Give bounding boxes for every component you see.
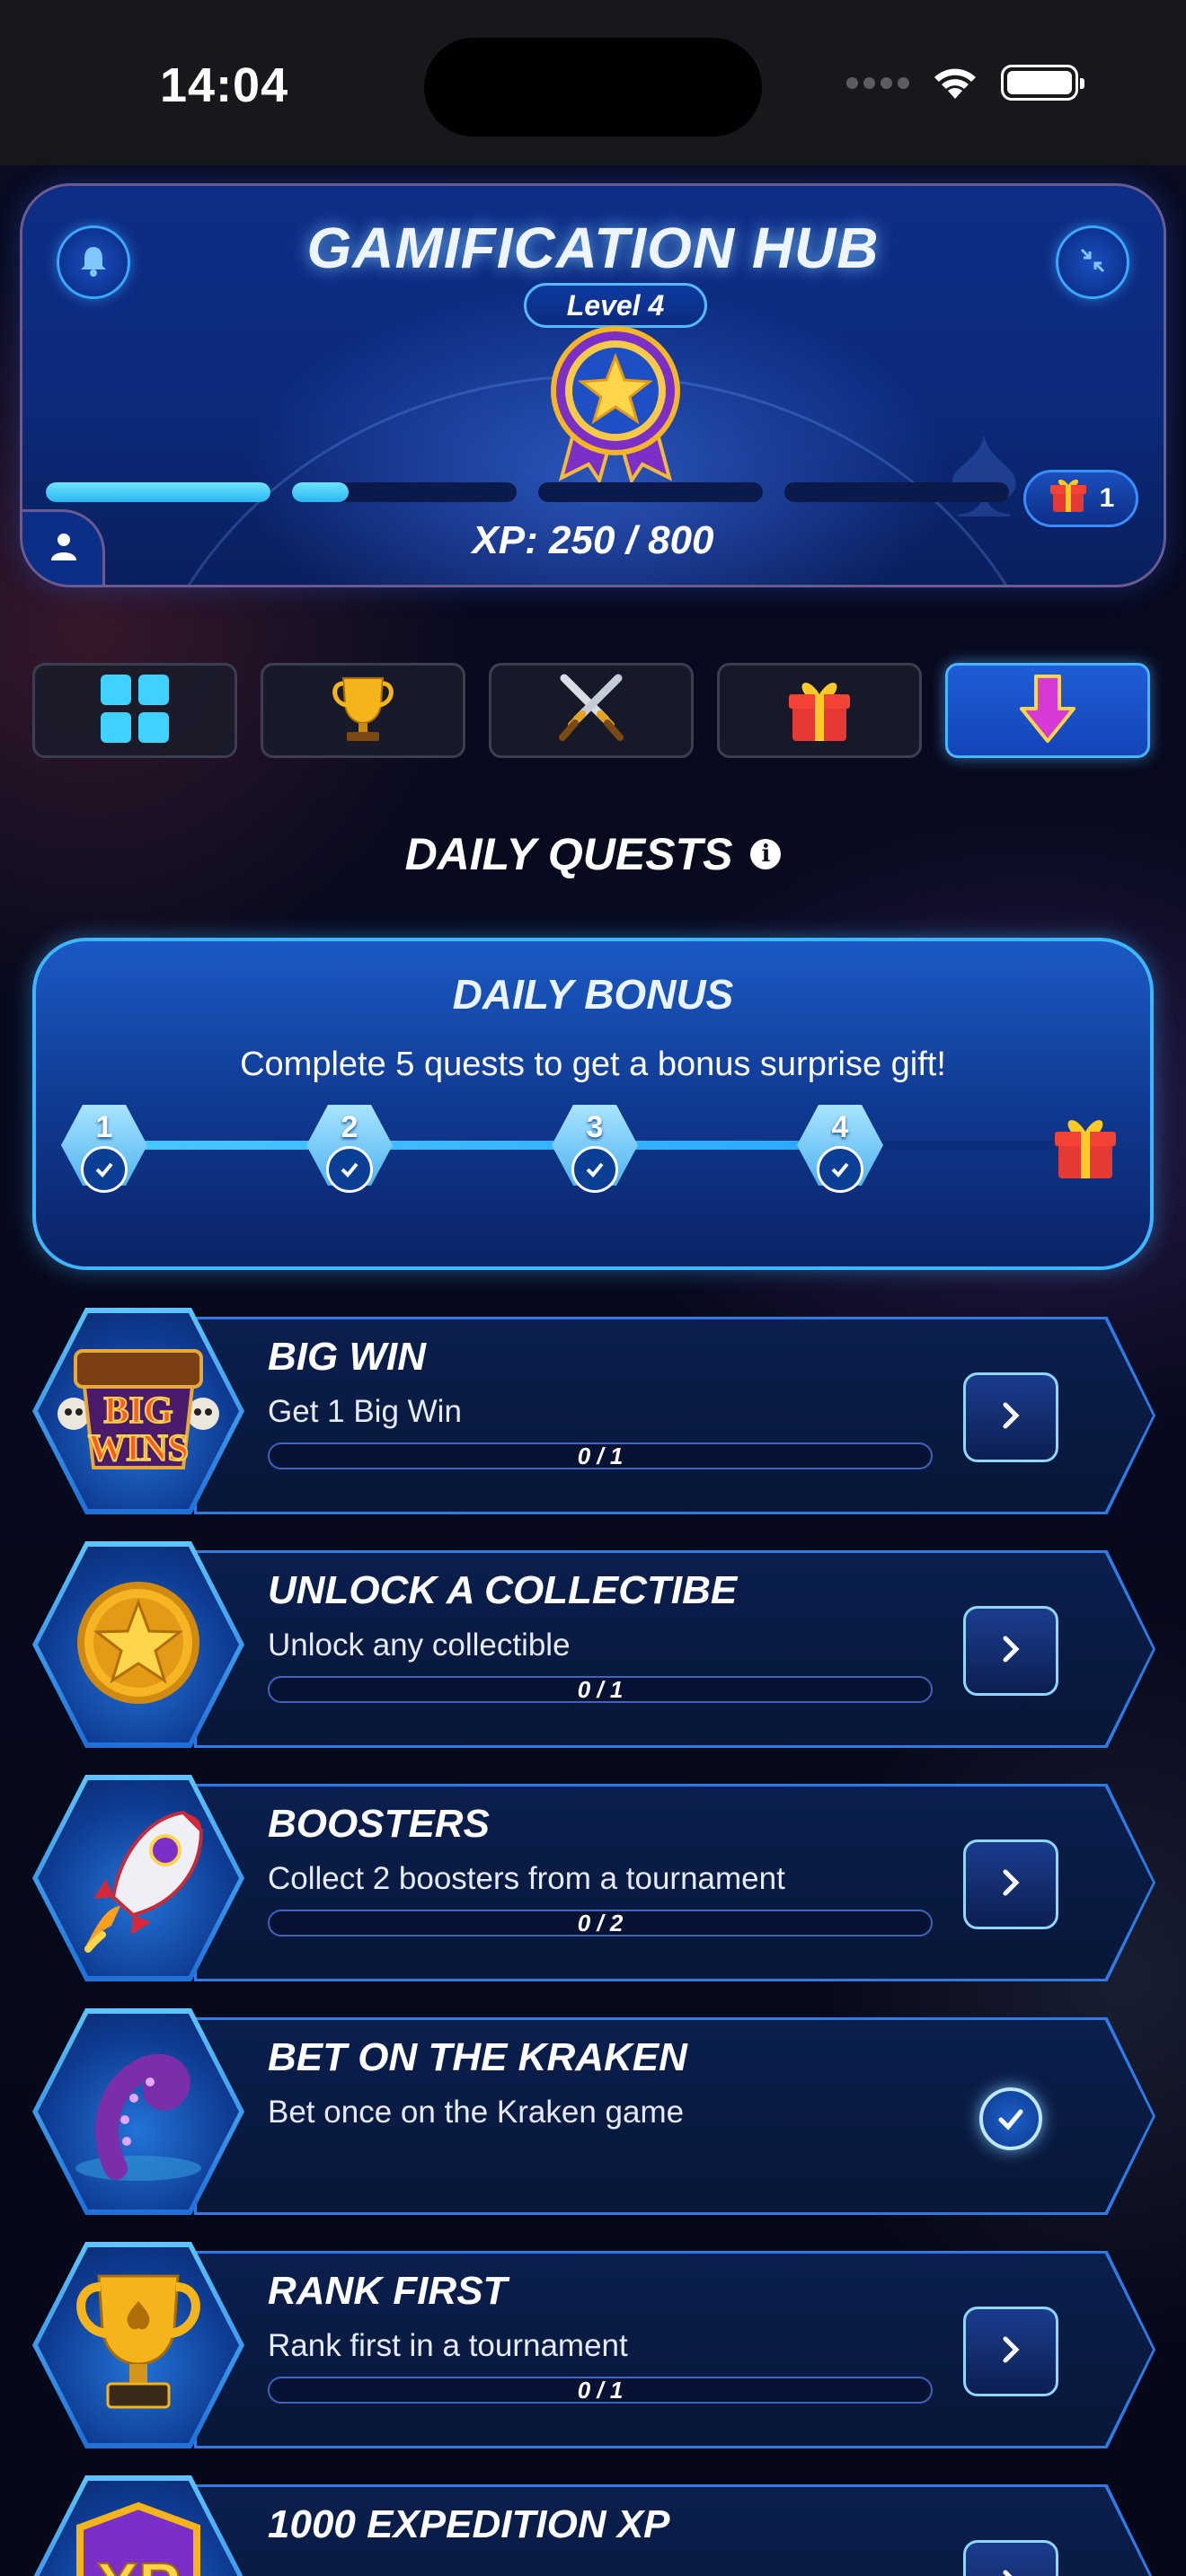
chevron-right-icon: [993, 2565, 1029, 2576]
quest-card: RANK FIRST Rank first in a tournament 0 …: [32, 2242, 1155, 2448]
quest-progress-bar: 0 / 1: [268, 1442, 933, 1469]
quest-title: BOOSTERS: [268, 1802, 490, 1846]
bonus-step: 2: [306, 1105, 393, 1195]
xp-segment: [292, 482, 517, 502]
xp-segment: [46, 482, 270, 502]
check-icon: [326, 1146, 373, 1193]
xp-segment: [538, 482, 763, 502]
quest-card: BOOSTERS Collect 2 boosters from a tourn…: [32, 1775, 1155, 1981]
bonus-step: 1: [61, 1105, 147, 1195]
quest-description: Bet once on the Kraken game: [268, 2095, 685, 2130]
crossed-swords-icon: [555, 673, 627, 749]
gift-count: 1: [1099, 483, 1115, 513]
info-icon[interactable]: i: [750, 839, 782, 869]
xp-segment: [784, 482, 1009, 502]
category-tabs: [32, 663, 1150, 758]
status-bar: 14:04: [0, 0, 1186, 165]
status-icons: [846, 63, 1084, 102]
hub-title: GAMIFICATION HUB: [306, 216, 880, 280]
download-arrow-icon: [1018, 673, 1077, 749]
quest-card: XP 1000 EXPEDITION XP: [32, 2475, 1155, 2576]
cellular-signal-icon: [846, 76, 909, 89]
quest-card: UNLOCK A COLLECTIBE Unlock any collectib…: [32, 1541, 1155, 1748]
bonus-step: 3: [552, 1105, 638, 1195]
quest-description: Collect 2 boosters from a tournament: [268, 1861, 785, 1896]
quest-go-button[interactable]: [963, 1372, 1058, 1462]
chevron-right-icon: [993, 1865, 1029, 1905]
quest-title: UNLOCK A COLLECTIBE: [268, 1568, 738, 1612]
gamification-hub-card: ♠ GAMIFICATION HUB Level 4 1 XP: 250 / 8…: [20, 183, 1166, 587]
bonus-gift-icon: [1051, 1110, 1120, 1187]
quest-title: RANK FIRST: [268, 2269, 508, 2313]
svg-text:BIG: BIG: [103, 1390, 173, 1432]
battery-icon: [1001, 65, 1084, 101]
level-medal-icon: [544, 321, 687, 485]
section-title: DAILY QUESTS: [404, 829, 733, 879]
step-number: 3: [586, 1110, 604, 1144]
user-icon: [48, 530, 80, 567]
daily-bonus-description: Complete 5 quests to get a bonus surpris…: [240, 1045, 946, 1083]
xp-progress-bars: [46, 482, 1009, 502]
app-screen: 14:04 ♠ GAMIFICATION HUB Level 4 1 XP: 2…: [0, 0, 1186, 2576]
tab-daily-quests[interactable]: [945, 663, 1150, 758]
check-icon: [571, 1146, 618, 1193]
gift-icon: [1048, 474, 1089, 523]
check-icon: [817, 1146, 863, 1193]
gold-star-coin-icon: [71, 1575, 206, 1715]
chevron-right-icon: [993, 2332, 1029, 2372]
quest-completed-check-icon: [979, 2087, 1042, 2150]
kraken-tentacle-icon: [62, 2033, 215, 2191]
quest-title: 1000 EXPEDITION XP: [268, 2502, 670, 2546]
big-wins-icon: BIG WINS: [49, 1333, 228, 1490]
tab-rewards[interactable]: [717, 663, 922, 758]
quest-go-button[interactable]: [963, 2540, 1058, 2576]
wifi-icon: [929, 63, 981, 102]
tab-overview[interactable]: [32, 663, 237, 758]
daily-bonus-progress-fill: [117, 1141, 841, 1150]
trophy-icon: [329, 673, 397, 749]
rocket-icon: [66, 1800, 210, 1957]
profile-button[interactable]: [22, 509, 105, 585]
check-icon: [81, 1146, 128, 1193]
xp-shield-icon: XP: [62, 2501, 215, 2576]
chevron-right-icon: [993, 1398, 1029, 1438]
xp-badge-text: XP: [96, 2550, 180, 2576]
quest-title: BET ON THE KRAKEN: [268, 2035, 687, 2079]
grid-icon: [99, 673, 171, 749]
gift-icon: [785, 673, 854, 749]
step-number: 4: [831, 1110, 849, 1144]
quest-go-button[interactable]: [963, 2307, 1058, 2396]
status-time: 14:04: [160, 58, 289, 112]
step-number: 2: [341, 1110, 358, 1144]
quest-description: Unlock any collectible: [268, 1628, 571, 1663]
chevron-right-icon: [993, 1631, 1029, 1672]
quest-go-button[interactable]: [963, 1839, 1058, 1929]
quest-description: Rank first in a tournament: [268, 2328, 628, 2363]
svg-text:WINS: WINS: [88, 1428, 189, 1469]
tab-tournaments[interactable]: [261, 663, 465, 758]
quest-progress-bar: 0 / 2: [268, 1910, 933, 1936]
daily-bonus-title: DAILY BONUS: [452, 971, 734, 1018]
section-header: DAILY QUESTS i: [0, 828, 1186, 880]
quest-card: BIG WINS BIG WIN Get 1 Big Win 0 / 1: [32, 1308, 1155, 1514]
quest-go-button[interactable]: [963, 1606, 1058, 1696]
quest-card: BET ON THE KRAKEN Bet once on the Kraken…: [32, 2008, 1155, 2215]
daily-bonus-card: DAILY BONUS Complete 5 quests to get a b…: [32, 938, 1154, 1270]
dynamic-island: [424, 38, 762, 137]
xp-text: XP: 250 / 800: [472, 518, 714, 562]
quest-progress-bar: 0 / 1: [268, 2377, 933, 2404]
tab-battles[interactable]: [489, 663, 694, 758]
step-number: 1: [95, 1110, 113, 1144]
quest-title: BIG WIN: [268, 1335, 426, 1379]
bonus-step: 4: [797, 1105, 883, 1195]
quest-description: Get 1 Big Win: [268, 1394, 462, 1429]
gold-trophy-icon: [66, 2267, 210, 2424]
quest-progress-bar: 0 / 1: [268, 1676, 933, 1703]
